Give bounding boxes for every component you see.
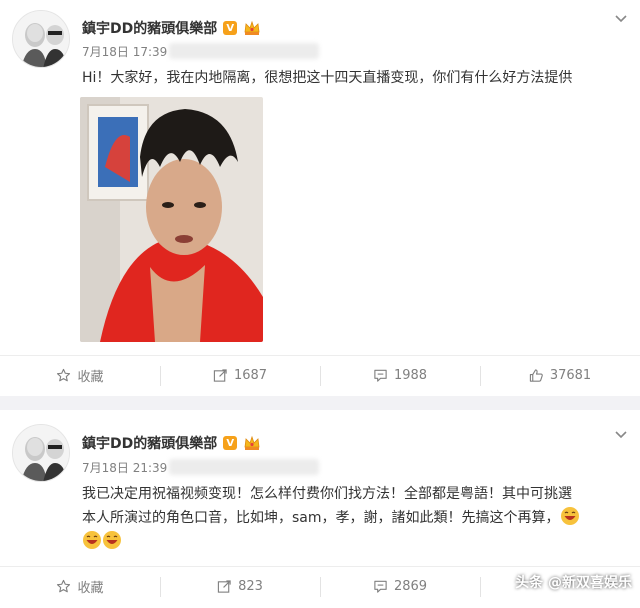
- chevron-down-icon[interactable]: [614, 428, 628, 442]
- post-text-line-1: 我已决定用祝福视频变现！怎么样付费你们找方法！全部都是粤語！其中可挑選: [82, 486, 572, 502]
- post-text: Hi！大家好，我在内地隔离，很想把这十四天直播变现，你们有什么好方法提供: [82, 70, 573, 86]
- username[interactable]: 鎮宇DD的豬頭俱樂部: [82, 433, 217, 453]
- repost-icon: [213, 369, 227, 382]
- crown-icon: [244, 435, 260, 450]
- laugh-emoji-icon: [83, 531, 101, 549]
- like-button[interactable]: 37681: [480, 356, 640, 395]
- favorite-button[interactable]: 收藏: [0, 567, 160, 606]
- comment-icon: [374, 580, 387, 593]
- comment-button[interactable]: 1988: [320, 356, 480, 395]
- crown-icon: [244, 20, 260, 35]
- selfie-image: [80, 97, 263, 342]
- post-date[interactable]: 7月18日 21:39: [82, 459, 167, 476]
- like-button[interactable]: 头条 @新双喜娱乐: [480, 567, 640, 606]
- blurred-source: [169, 459, 320, 475]
- like-count: 37681: [549, 368, 592, 383]
- comment-icon: [374, 369, 387, 382]
- post-text-line-2: 本人所演过的角色口音，比如坤，sam，孝，謝，諸如此類！先搞这个再算，: [82, 506, 624, 530]
- repost-button[interactable]: 1687: [160, 356, 320, 395]
- post-text-line-3: [82, 530, 624, 554]
- verified-badge: V: [223, 21, 238, 35]
- weibo-post-1: 鎮宇DD的豬頭俱樂部 V 7月18日 17:39 Hi！大家好，我在内地隔离，很…: [0, 0, 640, 396]
- author-row: 鎮宇DD的豬頭俱樂部 V: [82, 17, 261, 39]
- repost-count: 823: [238, 579, 263, 594]
- comment-count: 1988: [393, 368, 428, 383]
- repost-count: 1687: [233, 368, 268, 383]
- favorite-label: 收藏: [77, 581, 104, 596]
- post-meta: 7月18日 21:39: [82, 458, 320, 476]
- post-date[interactable]: 7月18日 17:39: [82, 43, 167, 60]
- verified-badge: V: [223, 436, 238, 450]
- blurred-source: [169, 43, 320, 59]
- author-row: 鎮宇DD的豬頭俱樂部 V: [82, 432, 261, 454]
- repost-button[interactable]: 823: [160, 567, 320, 606]
- avatar[interactable]: [12, 424, 70, 482]
- post-meta: 7月18日 17:39: [82, 42, 320, 60]
- post-text: 我已决定用祝福视频变现！怎么样付费你们找方法！全部都是粤語！其中可挑選 本人所演…: [82, 482, 624, 554]
- laugh-emoji-icon: [560, 507, 579, 525]
- avatar-image: [13, 11, 69, 67]
- star-icon: [57, 579, 71, 593]
- username[interactable]: 鎮宇DD的豬頭俱樂部: [82, 18, 217, 38]
- watermark: 头条 @新双喜娱乐: [515, 575, 632, 591]
- laugh-emoji-icon: [103, 531, 121, 549]
- action-bar: 收藏 1687 1988 37681: [0, 355, 640, 395]
- post-separator: [0, 396, 640, 410]
- like-icon: [529, 369, 543, 382]
- avatar[interactable]: [12, 10, 70, 68]
- chevron-down-icon[interactable]: [614, 12, 628, 26]
- star-icon: [57, 368, 71, 382]
- action-bar: 收藏 823 2869 头条 @新双喜娱乐: [0, 566, 640, 606]
- comment-button[interactable]: 2869: [320, 567, 480, 606]
- post-text-line-2-text: 本人所演过的角色口音，比如坤，sam，孝，謝，諸如此類！先搞这个再算，: [82, 510, 560, 526]
- repost-icon: [217, 580, 231, 593]
- favorite-button[interactable]: 收藏: [0, 356, 160, 395]
- comment-count: 2869: [393, 579, 428, 594]
- avatar-image: [13, 425, 69, 481]
- favorite-label: 收藏: [77, 370, 104, 385]
- post-photo[interactable]: [80, 97, 263, 342]
- weibo-post-2: 鎮宇DD的豬頭俱樂部 V 7月18日 21:39 我已决定用祝福视频变现！怎么样…: [0, 410, 640, 608]
